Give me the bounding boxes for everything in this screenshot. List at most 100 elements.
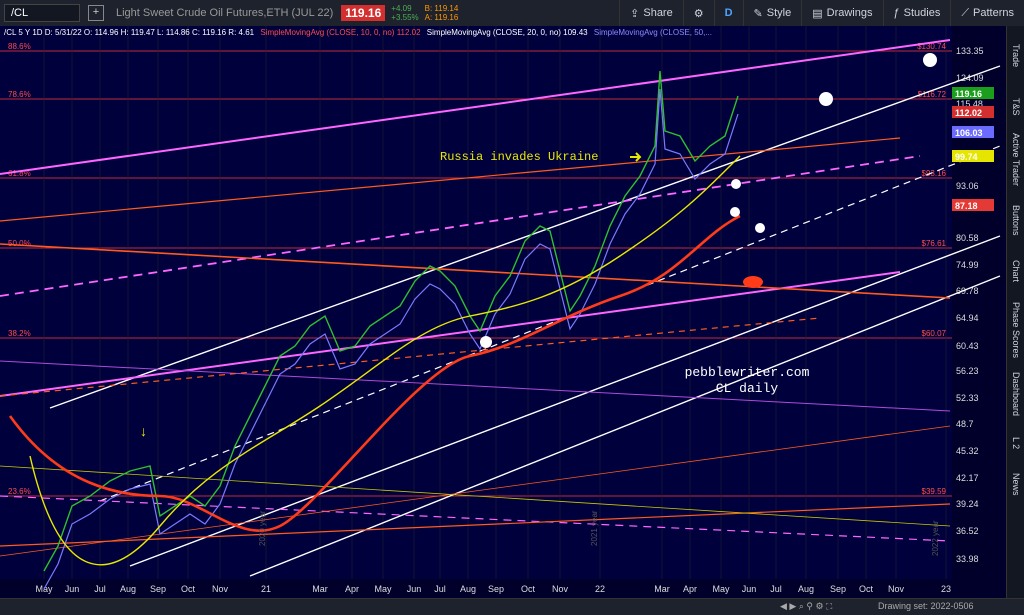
x-tick-label: Oct	[181, 584, 196, 594]
drawings-button[interactable]: ▤ Drawings	[801, 0, 882, 26]
channel-lower2-line	[249, 275, 1001, 577]
y-tick-label: 36.52	[956, 526, 979, 536]
marker-dot	[755, 223, 765, 233]
right-tab[interactable]: Phase Scores	[1007, 300, 1024, 360]
symbol-text: /CL	[11, 7, 29, 19]
magenta-dashed-low	[0, 495, 951, 542]
marker-dot	[730, 207, 740, 217]
y-tick-label: 42.17	[956, 473, 979, 483]
marker-dot	[480, 336, 492, 348]
x-tick-label: Nov	[212, 584, 229, 594]
settings-button[interactable]: ⚙	[682, 0, 714, 26]
y-tick-label: 133.35	[956, 46, 984, 56]
patterns-icon: ⟋	[961, 6, 970, 19]
event-annotation: Russia invades Ukraine	[440, 150, 598, 164]
studies-icon: ƒ	[893, 7, 900, 19]
arrow-right-icon	[630, 152, 642, 162]
fib-price-label: $39.59	[922, 487, 947, 496]
y-tick-label: 56.23	[956, 366, 979, 376]
price-tag-label: 87.18	[955, 201, 978, 211]
site-watermark: pebblewriter.com	[685, 365, 810, 380]
marker-dot	[819, 92, 833, 106]
marker-dot	[923, 53, 937, 67]
y-tick-label: 124.09	[956, 73, 984, 83]
marker-ellipse	[743, 276, 763, 288]
x-tick-label: Nov	[552, 584, 569, 594]
year-marker: 2021 year	[590, 510, 599, 546]
style-button[interactable]: ✎ Style	[742, 0, 802, 26]
chart-caption: CL daily	[716, 381, 779, 396]
marker-dot	[731, 179, 741, 189]
x-tick-label: Oct	[521, 584, 536, 594]
add-symbol-button[interactable]: +	[88, 5, 104, 21]
indicator-button[interactable]: D	[713, 0, 743, 26]
x-tick-label: Jun	[742, 584, 757, 594]
fib-price-label: $76.61	[922, 239, 947, 248]
orange-dashed-line	[0, 317, 821, 397]
y-tick-label: 33.98	[956, 554, 979, 564]
y-tick-label: 52.33	[956, 393, 979, 403]
nav-icons[interactable]: ◀ ▶ ⌕ ⚲ ⚙ ⛶	[780, 601, 832, 612]
sma-line	[43, 88, 739, 590]
x-tick-label: Jun	[65, 584, 80, 594]
orange-thin-line	[0, 425, 951, 557]
y-tick-label: 60.43	[956, 341, 979, 351]
bid-ask: B: 119.14 A: 119.16	[424, 4, 459, 22]
x-tick-label: 21	[261, 584, 271, 594]
x-tick-label: Aug	[120, 584, 136, 594]
right-tab[interactable]: Trade	[1007, 36, 1024, 76]
right-tab[interactable]: T&S	[1007, 88, 1024, 126]
x-tick-label: Jul	[94, 584, 106, 594]
x-tick-label: Sep	[150, 584, 166, 594]
price-chart[interactable]: 88.6% $130.74 78.6% $116.72 61.8% $93.16 50.0%…	[0, 26, 1006, 598]
orange-descending-line	[0, 243, 951, 299]
right-tab[interactable]: Active Trader	[1007, 130, 1024, 190]
fib-percent-label: 88.6%	[8, 42, 31, 51]
symbol-input[interactable]: /CL	[4, 4, 80, 22]
share-button[interactable]: ⇪ Share	[619, 0, 683, 26]
x-tick-label: Apr	[345, 584, 359, 594]
x-tick-label: 23	[941, 584, 951, 594]
status-bar: ◀ ▶ ⌕ ⚲ ⚙ ⛶ Drawing set: 2022-0506	[0, 598, 1024, 615]
x-tick-label: Jul	[434, 584, 446, 594]
x-tick-label: Jul	[770, 584, 782, 594]
year-marker: 2022 year	[931, 520, 940, 556]
x-tick-label: Aug	[798, 584, 814, 594]
y-tick-label: 39.24	[956, 499, 979, 509]
x-tick-label: Oct	[859, 584, 874, 594]
y-tick-label: 64.94	[956, 313, 979, 323]
drawing-icon: ▤	[812, 7, 823, 20]
channel-upper-line	[49, 65, 1001, 409]
sma200-line	[8, 214, 741, 532]
y-tick-label: 74.99	[956, 260, 979, 270]
last-price: 119.16	[341, 5, 386, 21]
fib-price-label: $60.07	[922, 329, 947, 338]
right-tab[interactable]: L 2	[1007, 426, 1024, 460]
chart-canvas[interactable]: 88.6% $130.7478.6% $116.7261.8% $93.1650.0%…	[0, 26, 1006, 598]
fib-percent-label: 38.2%	[8, 329, 31, 338]
right-tab[interactable]: News	[1007, 466, 1024, 502]
price-tag-label: 99.74	[955, 152, 978, 162]
right-tab[interactable]: Chart	[1007, 248, 1024, 294]
x-tick-label: Mar	[654, 584, 670, 594]
x-tick-label: Mar	[312, 584, 328, 594]
price-tag-label: 119.16	[955, 89, 982, 99]
fib-percent-label: 23.6%	[8, 487, 31, 496]
x-tick-label: May	[712, 584, 730, 594]
x-tick-label: Sep	[830, 584, 846, 594]
right-tab[interactable]: Dashboard	[1007, 366, 1024, 422]
x-tick-label: Nov	[888, 584, 905, 594]
right-sidebar: Trade T&S Active Trader Buttons Chart Phase S…	[1006, 26, 1024, 598]
x-tick-label: 22	[595, 584, 605, 594]
orange-low-line	[0, 503, 951, 547]
price-tag-label: 106.03	[955, 128, 983, 138]
share-icon: ⇪	[630, 7, 640, 20]
drawing-set-label: Drawing set: 2022-0506	[878, 601, 974, 611]
top-toolbar: /CL + Light Sweet Crude Oil Futures,ETH …	[0, 0, 1024, 27]
gear-icon: ⚙	[693, 7, 704, 20]
price-change: +4.09 +3.55%	[391, 4, 419, 22]
studies-button[interactable]: ƒ Studies	[882, 0, 951, 26]
fib-percent-label: 50.0%	[8, 239, 31, 248]
patterns-button[interactable]: ⟋ Patterns	[950, 0, 1024, 26]
right-tab[interactable]: Buttons	[1007, 196, 1024, 244]
